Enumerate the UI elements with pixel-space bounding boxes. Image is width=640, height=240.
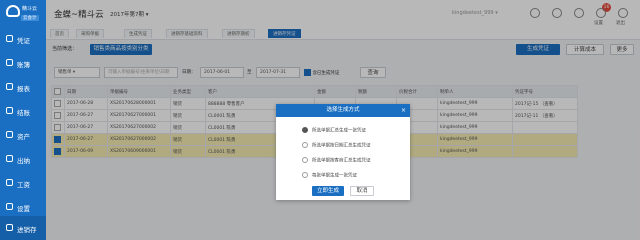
radio-button[interactable] bbox=[302, 172, 308, 178]
close-icon[interactable]: × bbox=[401, 104, 406, 117]
dialog-header: 选择生成方式 × bbox=[276, 104, 410, 117]
radio-button[interactable] bbox=[302, 157, 308, 163]
payroll-icon bbox=[6, 179, 13, 186]
logo-subtext: 云会计 bbox=[21, 15, 39, 21]
confirm-generate-button[interactable]: 立即生成 bbox=[312, 186, 344, 196]
sidebar: 精斗云 云会计 凭证 账簿 报表 结账 资产 出纳 工资 设置 进销存 bbox=[0, 0, 46, 240]
sidebar-item-inventory[interactable]: 进销存 bbox=[0, 216, 46, 240]
radio-button[interactable] bbox=[302, 142, 308, 148]
sidebar-item-closing[interactable]: 结账 bbox=[0, 99, 46, 123]
report-icon bbox=[6, 83, 13, 90]
option-label: 每张单据生成一张凭证 bbox=[312, 173, 357, 179]
option-by-date[interactable]: 所选单据按日期汇总生成凭证 bbox=[302, 142, 371, 149]
cloud-logo-icon bbox=[6, 5, 20, 17]
dialog-title: 选择生成方式 bbox=[326, 107, 360, 113]
sidebar-item-label: 账簿 bbox=[17, 61, 30, 69]
option-label: 所选单据汇总生成一张凭证 bbox=[312, 128, 366, 134]
sidebar-item-label: 资产 bbox=[17, 133, 30, 141]
voucher-icon bbox=[6, 35, 13, 42]
sidebar-item-assets[interactable]: 资产 bbox=[0, 123, 46, 147]
sidebar-item-label: 出纳 bbox=[17, 157, 30, 165]
option-summary-one[interactable]: 所选单据汇总生成一张凭证 bbox=[302, 127, 366, 134]
inventory-icon bbox=[6, 224, 13, 231]
option-label: 所选单据按日期汇总生成凭证 bbox=[312, 143, 371, 149]
sidebar-item-payroll[interactable]: 工资 bbox=[0, 171, 46, 195]
sidebar-item-label: 设置 bbox=[17, 205, 30, 213]
radio-button[interactable] bbox=[302, 127, 308, 133]
sidebar-item-label: 结账 bbox=[17, 109, 30, 117]
cancel-button[interactable]: 取消 bbox=[350, 186, 374, 196]
sidebar-item-label: 工资 bbox=[17, 181, 30, 189]
sidebar-item-label: 凭证 bbox=[17, 37, 30, 45]
sidebar-item-report[interactable]: 报表 bbox=[0, 75, 46, 99]
sidebar-item-ledger[interactable]: 账簿 bbox=[0, 51, 46, 75]
option-by-customer[interactable]: 所选单据按客商汇总生成凭证 bbox=[302, 157, 371, 164]
assets-icon bbox=[6, 131, 13, 138]
sidebar-item-cashier[interactable]: 出纳 bbox=[0, 147, 46, 171]
cashier-icon bbox=[6, 155, 13, 162]
app-logo: 精斗云 云会计 bbox=[0, 0, 46, 27]
gear-icon bbox=[6, 203, 13, 210]
sidebar-item-label: 报表 bbox=[17, 85, 30, 93]
ledger-icon bbox=[6, 59, 13, 66]
closing-icon bbox=[6, 107, 13, 114]
option-label: 所选单据按客商汇总生成凭证 bbox=[312, 158, 371, 164]
option-each-doc[interactable]: 每张单据生成一张凭证 bbox=[302, 172, 357, 179]
logo-text: 精斗云 bbox=[22, 6, 38, 12]
generate-method-dialog: 选择生成方式 × 所选单据汇总生成一张凭证 所选单据按日期汇总生成凭证 所选单据… bbox=[276, 104, 410, 200]
sidebar-item-label: 进销存 bbox=[17, 226, 37, 234]
sidebar-item-voucher[interactable]: 凭证 bbox=[0, 27, 46, 51]
